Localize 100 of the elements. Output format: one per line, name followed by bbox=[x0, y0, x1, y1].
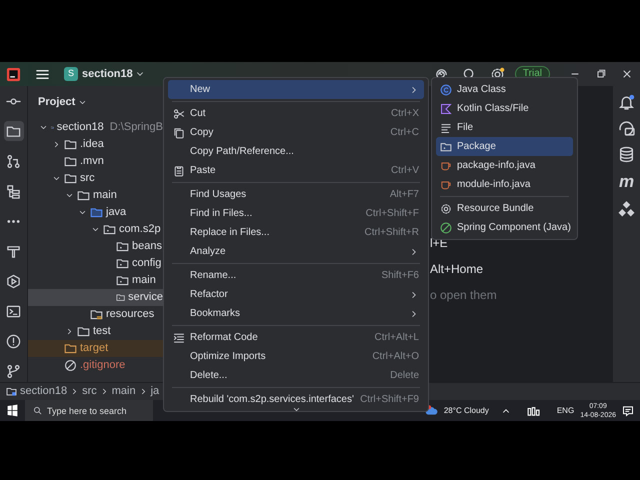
shortcut-label: Delete bbox=[390, 369, 419, 383]
search-icon bbox=[33, 406, 42, 415]
menu-item[interactable]: Cut Ctrl+X bbox=[168, 104, 424, 123]
paste-icon bbox=[173, 164, 185, 176]
shortcut-label: Alt+F7 bbox=[390, 188, 419, 202]
shortcut-label: Ctrl+Shift+F9 bbox=[360, 393, 419, 407]
tree-item[interactable]: .mvn bbox=[28, 153, 163, 170]
bell-icon[interactable] bbox=[618, 94, 635, 111]
shortcut-label: Ctrl+Shift+F bbox=[366, 207, 419, 221]
menu-item[interactable]: Copy Ctrl+C bbox=[168, 123, 424, 142]
tree-item[interactable]: beans bbox=[28, 238, 163, 255]
project-initial-badge: S bbox=[64, 67, 78, 81]
menu-item[interactable]: Resource Bundle bbox=[436, 199, 573, 218]
shortcut-label: Ctrl+Shift+R bbox=[364, 226, 419, 240]
blocks-icon[interactable] bbox=[618, 200, 635, 217]
restore-icon[interactable] bbox=[595, 68, 607, 80]
copy-icon bbox=[173, 126, 185, 138]
source-folder-icon bbox=[90, 206, 103, 219]
tree-item[interactable]: section18 D:\SpringB bbox=[28, 119, 163, 136]
weather-label[interactable]: 28°C Cloudy bbox=[444, 404, 489, 416]
tree-item[interactable]: config bbox=[28, 255, 163, 272]
menu-item[interactable]: Reformat Code Ctrl+Alt+L bbox=[168, 328, 424, 347]
breadcrumb-item[interactable]: section18 bbox=[20, 383, 68, 400]
windows-start-icon[interactable] bbox=[6, 404, 19, 417]
breadcrumb-item[interactable]: ja bbox=[150, 383, 160, 400]
excluded-folder-icon bbox=[64, 342, 77, 355]
menu-item[interactable]: Find Usages Alt+F7 bbox=[168, 185, 424, 204]
menu-item[interactable]: File bbox=[436, 118, 573, 137]
tool-button[interactable]: m bbox=[618, 172, 634, 191]
path-label: D:\SpringB bbox=[110, 120, 163, 136]
package-folder-icon bbox=[116, 240, 129, 253]
folder-icon bbox=[64, 172, 77, 185]
tree-item[interactable]: .idea bbox=[28, 136, 163, 153]
folder-icon bbox=[77, 189, 90, 202]
chevron-down-icon[interactable] bbox=[38, 123, 48, 132]
gear-icon bbox=[440, 202, 452, 214]
menu-item[interactable]: Rename... Shift+F6 bbox=[168, 266, 424, 285]
tree-item[interactable]: .gitignore bbox=[28, 357, 163, 374]
class-icon bbox=[440, 84, 452, 96]
breadcrumb-item[interactable]: main bbox=[112, 383, 136, 400]
hint-text: o open them bbox=[430, 287, 498, 304]
menu-item[interactable]: Delete... Delete bbox=[168, 366, 424, 385]
tree-item[interactable]: target bbox=[28, 340, 163, 357]
tree-item[interactable]: src bbox=[28, 170, 163, 187]
close-icon[interactable] bbox=[621, 68, 633, 80]
menu-item[interactable]: Kotlin Class/File bbox=[436, 99, 573, 118]
taskbar-search-field[interactable]: Type here to search bbox=[25, 400, 153, 421]
project-selector[interactable]: section18 bbox=[82, 66, 133, 82]
menu-item[interactable]: Java Class bbox=[436, 80, 573, 99]
menu-item[interactable]: Replace in Files... Ctrl+Shift+R bbox=[168, 223, 424, 242]
tree-item[interactable]: java bbox=[28, 204, 163, 221]
breadcrumb-item[interactable]: src bbox=[82, 383, 97, 400]
database-icon[interactable] bbox=[618, 146, 635, 163]
menu-item[interactable]: Spring Component (Java) bbox=[436, 218, 573, 237]
reformat-icon bbox=[173, 332, 185, 344]
ignore-file-icon bbox=[64, 359, 77, 372]
chevron-down-icon[interactable] bbox=[292, 405, 300, 414]
shortcut-label: Ctrl+Alt+O bbox=[372, 350, 419, 364]
tree-item[interactable]: test bbox=[28, 323, 163, 340]
tree-item[interactable]: main bbox=[28, 187, 163, 204]
kotlin-file-icon bbox=[440, 102, 452, 114]
tree-item[interactable]: resources bbox=[28, 306, 163, 323]
menu-item[interactable]: Refactor bbox=[168, 285, 424, 304]
package-folder-icon bbox=[103, 223, 116, 236]
menu-item[interactable]: Rebuild 'com.s2p.services.interfaces' Ctrl+Shift+F9 bbox=[168, 390, 424, 409]
spring-leaf-icon bbox=[440, 222, 452, 234]
tree-item[interactable]: com.s2p bbox=[28, 221, 163, 238]
language-indicator[interactable]: ENG bbox=[556, 404, 574, 416]
chevron-down-icon[interactable] bbox=[64, 191, 74, 200]
menu-item[interactable]: Copy Path/Reference... bbox=[168, 142, 424, 161]
chat-icon[interactable] bbox=[618, 120, 635, 137]
shortcut-label: Shift+F6 bbox=[381, 269, 419, 283]
app-logo-icon[interactable] bbox=[6, 66, 21, 82]
shortcut-label: Ctrl+C bbox=[390, 126, 419, 140]
menu-item[interactable]: New bbox=[168, 80, 424, 99]
panel-title[interactable]: Project bbox=[38, 94, 76, 111]
resources-folder-icon bbox=[90, 308, 103, 321]
menu-item[interactable]: Optimize Imports Ctrl+Alt+O bbox=[168, 347, 424, 366]
folder-icon bbox=[77, 325, 90, 338]
chevron-down-icon[interactable] bbox=[78, 208, 86, 217]
chevron-down-icon[interactable] bbox=[52, 174, 60, 183]
file-lines-icon bbox=[440, 122, 452, 134]
menu-item[interactable]: Find in Files... Ctrl+Shift+F bbox=[168, 204, 424, 223]
chevron-down-icon[interactable] bbox=[78, 98, 88, 107]
shortcut-label: Ctrl+X bbox=[390, 107, 419, 121]
scissors-icon bbox=[173, 108, 185, 120]
menu-item[interactable]: Package bbox=[436, 137, 573, 156]
menu-item[interactable]: Paste Ctrl+V bbox=[168, 161, 424, 180]
menu-item[interactable]: Bookmarks bbox=[168, 304, 424, 323]
shortcut-label: Ctrl+V bbox=[390, 164, 419, 178]
menu-item[interactable]: module-info.java bbox=[436, 175, 573, 194]
cup-file-icon bbox=[440, 160, 452, 172]
menu-item[interactable]: Analyze bbox=[168, 242, 424, 261]
shortcut-label: Ctrl+Alt+L bbox=[374, 331, 419, 345]
menu-item[interactable]: package-info.java bbox=[436, 156, 573, 175]
chevron-down-icon[interactable] bbox=[90, 225, 100, 234]
tree-item[interactable]: main bbox=[28, 272, 163, 289]
tree-item[interactable]: service bbox=[28, 289, 163, 306]
notification-icon[interactable] bbox=[622, 404, 634, 416]
folder-icon bbox=[64, 155, 77, 168]
